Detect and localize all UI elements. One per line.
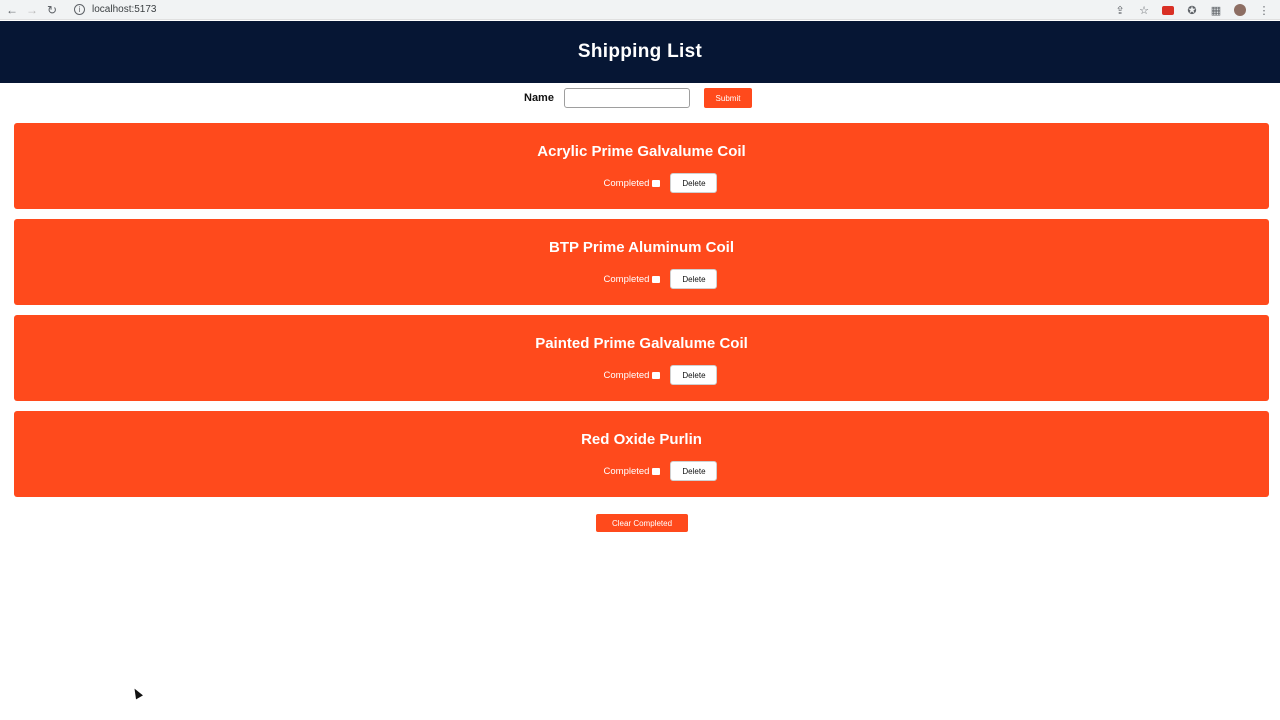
share-icon[interactable]: ⇪ — [1108, 2, 1132, 18]
list-item: Red Oxide Purlin Completed Delete — [14, 411, 1269, 497]
delete-button[interactable]: Delete — [670, 173, 718, 193]
item-title: Acrylic Prime Galvalume Coil — [537, 143, 746, 160]
completed-label: Completed — [603, 273, 650, 285]
delete-button[interactable]: Delete — [670, 461, 718, 481]
name-label: Name — [524, 92, 554, 104]
completed-checkbox[interactable] — [652, 179, 661, 187]
info-icon[interactable]: i — [74, 4, 85, 15]
item-controls: Completed Delete — [14, 269, 1269, 289]
item-title: BTP Prime Aluminum Coil — [548, 239, 735, 256]
app-header: Shipping List — [0, 21, 1280, 83]
delete-button[interactable]: Delete — [670, 269, 718, 289]
sidebar-icon[interactable]: ▦ — [1204, 2, 1228, 18]
profile-icon[interactable] — [1228, 2, 1252, 18]
star-icon[interactable]: ☆ — [1132, 2, 1156, 18]
url-text[interactable]: localhost:5173 — [92, 4, 157, 15]
delete-button[interactable]: Delete — [670, 365, 718, 385]
list-item: Acrylic Prime Galvalume Coil Completed D… — [14, 123, 1269, 209]
reload-icon[interactable]: ↻ — [44, 2, 60, 18]
name-input[interactable] — [564, 88, 690, 108]
add-item-form: Name Submit — [0, 88, 1280, 108]
puzzle-icon[interactable]: ✪ — [1180, 2, 1204, 18]
menu-icon[interactable]: ⋮ — [1252, 2, 1276, 18]
browser-toolbar: ← → ↻ i localhost:5173 ⇪ ☆ ✪ ▦ ⋮ — [0, 0, 1280, 20]
completed-checkbox[interactable] — [652, 467, 661, 475]
completed-checkbox[interactable] — [652, 371, 661, 379]
item-controls: Completed Delete — [14, 173, 1269, 193]
item-controls: Completed Delete — [14, 365, 1269, 385]
back-icon[interactable]: ← — [4, 2, 20, 18]
extension-icon[interactable] — [1156, 2, 1180, 18]
list-item: BTP Prime Aluminum Coil Completed Delete — [14, 219, 1269, 305]
submit-button[interactable]: Submit — [704, 88, 752, 108]
forward-icon[interactable]: → — [24, 2, 40, 18]
completed-checkbox[interactable] — [652, 275, 661, 283]
address-bar[interactable]: i localhost:5173 — [74, 2, 157, 18]
page-title: Shipping List — [577, 41, 703, 62]
list-item: Painted Prime Galvalume Coil Completed D… — [14, 315, 1269, 401]
mouse-cursor-icon — [131, 686, 143, 700]
completed-label: Completed — [603, 369, 650, 381]
completed-label: Completed — [603, 465, 650, 477]
completed-label: Completed — [603, 177, 650, 189]
clear-completed-button[interactable]: Clear Completed — [596, 514, 688, 532]
item-title: Painted Prime Galvalume Coil — [535, 335, 748, 352]
item-title: Red Oxide Purlin — [581, 431, 702, 448]
item-controls: Completed Delete — [14, 461, 1269, 481]
